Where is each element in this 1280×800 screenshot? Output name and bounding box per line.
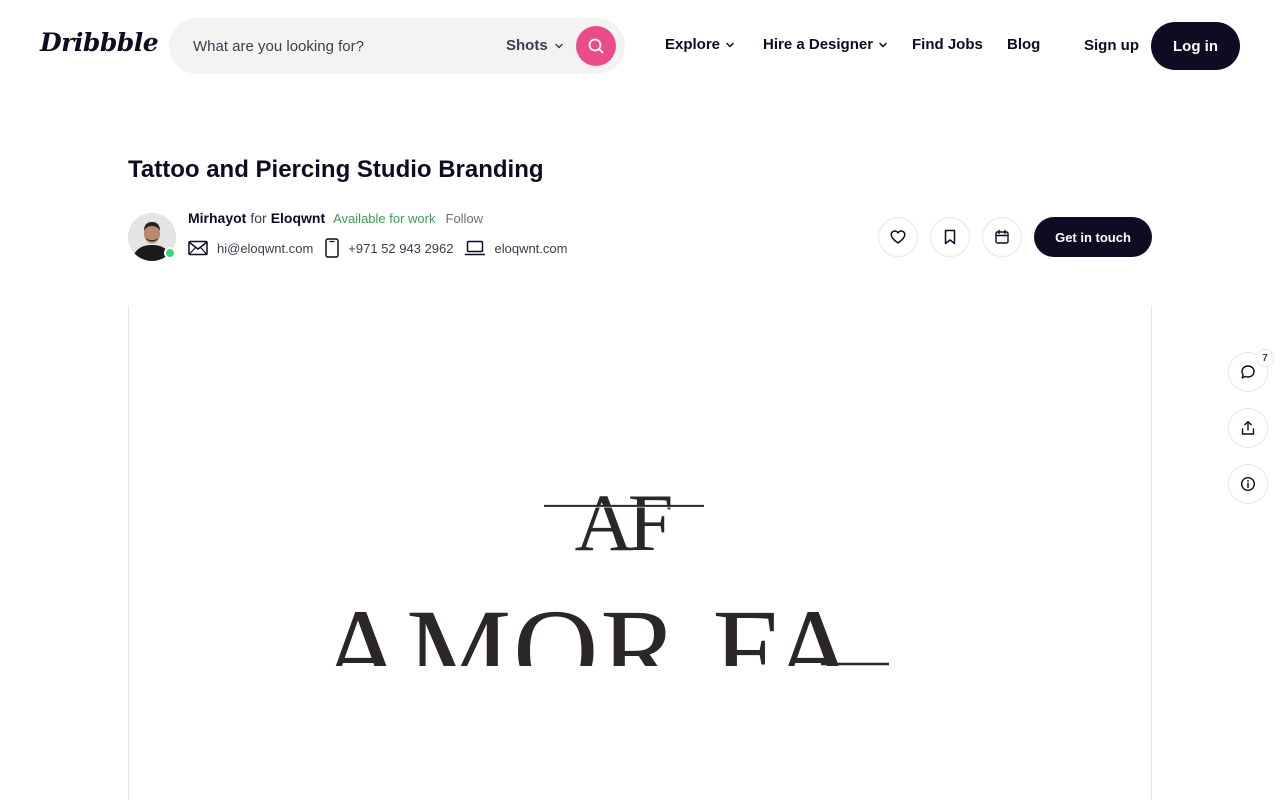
contact-email[interactable]: hi@eloqwnt.com [188,240,313,256]
dribbble-logo[interactable]: Dribbble [40,28,159,57]
site-header: Dribbble Shots Explore Hire a Designer F… [0,0,1280,92]
author-line: Mirhayot for Eloqwnt Available for work … [188,210,483,226]
signup-link[interactable]: Sign up [1084,37,1139,54]
chevron-down-icon [726,42,734,47]
author-name[interactable]: Mirhayot [188,210,246,226]
search-bar: Shots [169,18,625,74]
nav-blog[interactable]: Blog [1007,36,1040,53]
shot-media[interactable]: AF AMOR FA [128,306,1152,800]
envelope-icon [188,240,208,256]
nav-explore-label: Explore [665,36,721,53]
nav-hire-designer[interactable]: Hire a Designer [763,36,888,53]
get-in-touch-button[interactable]: Get in touch [1034,217,1152,257]
contact-phone-text: +971 52 943 2962 [348,240,454,256]
contact-line: hi@eloqwnt.com +971 52 943 2962 eloqwnt.… [188,238,579,258]
nav-hire-designer-label: Hire a Designer [763,36,874,53]
shot-details-button[interactable] [1228,464,1268,504]
chevron-down-icon [554,43,563,48]
search-input[interactable] [193,34,483,58]
save-button[interactable] [930,217,970,257]
laptop-icon [465,240,486,256]
share-icon [1241,420,1255,435]
contact-phone[interactable]: +971 52 943 2962 [325,238,453,258]
availability-badge: Available for work [333,211,436,226]
nav-blog-label: Blog [1007,36,1041,53]
heart-icon [890,230,906,244]
team-name[interactable]: Eloqwnt [271,210,325,226]
bookmark-icon [944,229,956,245]
for-label: for [250,210,267,226]
contact-website-text: eloqwnt.com [494,240,568,256]
contact-email-text: hi@eloqwnt.com [217,240,314,256]
shot-title: Tattoo and Piercing Studio Branding [128,156,544,183]
search-type-label: Shots [506,37,548,54]
nav-find-jobs-label: Find Jobs [912,36,983,53]
artwork-monogram: AF [575,477,671,568]
search-type-dropdown[interactable]: Shots [506,37,564,54]
schedule-button[interactable] [982,217,1022,257]
phone-icon [325,238,340,258]
calendar-icon [995,229,1009,244]
nav-find-jobs[interactable]: Find Jobs [912,36,983,53]
search-button[interactable] [576,26,616,66]
login-button[interactable]: Log in [1151,22,1240,70]
comment-count-badge: 7 [1256,349,1274,367]
info-icon [1240,476,1256,492]
shot-artwork: AF AMOR FA [319,477,889,716]
share-button[interactable] [1228,408,1268,448]
comment-icon [1241,365,1255,379]
like-button[interactable] [878,217,918,257]
nav-explore[interactable]: Explore [665,36,735,53]
search-icon [588,38,604,54]
online-status-dot [164,247,176,259]
artwork-wordmark: AMOR FA [319,585,859,716]
contact-website[interactable]: eloqwnt.com [465,240,567,256]
follow-link[interactable]: Follow [446,211,484,226]
chevron-down-icon [879,42,887,47]
